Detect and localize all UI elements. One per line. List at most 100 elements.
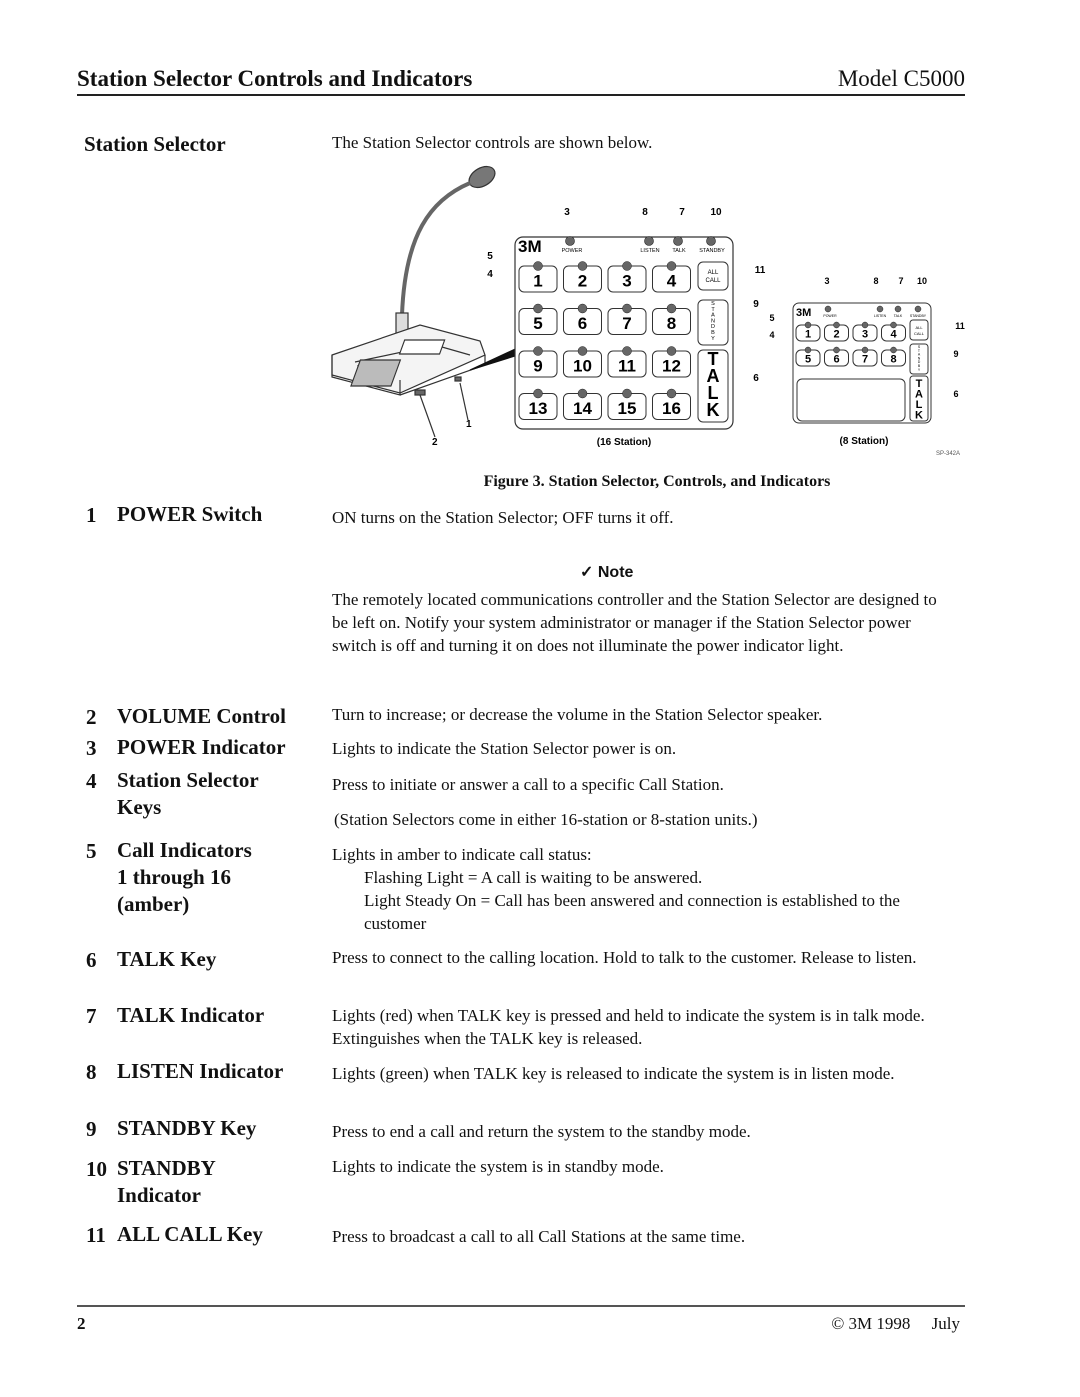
svg-text:9: 9 <box>953 349 958 359</box>
talk-indicator <box>673 236 683 246</box>
svg-text:7: 7 <box>898 276 903 286</box>
station-key-label: 4 <box>667 271 677 290</box>
station-key-label: 5 <box>805 353 811 365</box>
footer-copyright: © 3M 1998 July <box>831 1314 960 1333</box>
station-key-label: 2 <box>833 328 839 340</box>
station-key-label: 11 <box>618 356 636 375</box>
label-power: POWER <box>562 248 583 254</box>
svg-text:ALL: ALL <box>708 270 719 276</box>
callout-10: 10 <box>710 207 722 218</box>
item-number: 2 <box>86 705 97 729</box>
section-heading: Station Selector <box>84 132 226 156</box>
call-indicator-10 <box>577 346 588 356</box>
checkmark-icon: ✓ <box>580 564 594 581</box>
footer-rule <box>77 1305 965 1307</box>
item-label-standby-key: STANDBY Key <box>117 1116 257 1140</box>
header-rule <box>77 94 965 96</box>
label-standby: STANDBY <box>699 248 725 254</box>
svg-text:TALK: TALK <box>707 349 720 420</box>
volume-control <box>414 389 426 396</box>
note-heading: ✓ Note <box>580 562 633 582</box>
station-key-label: 2 <box>578 271 587 290</box>
section-intro: The Station Selector controls are shown … <box>332 133 653 152</box>
call-indicator-7 <box>622 303 632 314</box>
svg-text:POWER: POWER <box>823 314 837 318</box>
svg-text:TALK: TALK <box>894 314 903 318</box>
item-label-talk-indicator: TALK Indicator <box>117 1003 265 1027</box>
svg-text:STANDBY: STANDBY <box>711 301 715 342</box>
call-indicator-11 <box>622 346 632 356</box>
panel-8-label: (8 Station) <box>840 436 889 447</box>
item-label-listen-indicator: LISTEN Indicator <box>117 1059 284 1083</box>
call-indicator-15 <box>622 388 632 399</box>
item-number: 3 <box>86 736 97 760</box>
svg-text:11: 11 <box>955 321 965 331</box>
brand-logo-3m: 3M <box>518 237 542 256</box>
item-number: 10 <box>86 1157 107 1181</box>
station-key-label: 8 <box>890 353 896 365</box>
call-indicator-3 <box>861 321 869 329</box>
station-key-label: 14 <box>573 399 592 418</box>
call-indicator-2 <box>833 321 840 329</box>
svg-text:LISTEN: LISTEN <box>874 314 887 318</box>
brand-logo-3m-small: 3M <box>796 307 811 319</box>
item-text-talk-indicator: Lights (red) when TALK key is pressed an… <box>332 1006 925 1048</box>
call-indicator-5 <box>804 346 812 354</box>
item-text-talk-key: Press to connect to the calling location… <box>332 948 917 967</box>
item-number: 11 <box>86 1223 106 1247</box>
station-key-label: 10 <box>573 356 592 375</box>
callout-5: 5 <box>487 251 493 262</box>
item-label-talk-key: TALK Key <box>117 947 217 971</box>
item-number: 9 <box>86 1117 97 1141</box>
svg-text:6: 6 <box>953 389 958 399</box>
item-text-power-indicator: Lights to indicate the Station Selector … <box>332 739 677 758</box>
panel-16-station: 3M POWER LISTEN TALK STANDBY 3 8 7 10 5 … <box>487 207 766 448</box>
svg-text:3: 3 <box>824 276 829 286</box>
listen-indicator <box>644 236 654 246</box>
station-key-label: 3 <box>622 271 631 290</box>
page-header-model: Model C5000 <box>837 66 965 91</box>
label-listen: LISTEN <box>640 248 659 254</box>
call-indicator-4 <box>666 261 677 271</box>
item-number: 5 <box>86 839 97 863</box>
power-switch <box>454 376 462 382</box>
svg-text:CALL: CALL <box>914 331 925 336</box>
call-indicator-8 <box>890 346 897 354</box>
figure-ref-code: SP-342A <box>936 451 960 457</box>
callout-8: 8 <box>642 207 648 218</box>
item-number: 8 <box>86 1060 97 1084</box>
station-selector-figure: 2 1 3M POWER LISTEN TALK STANDBY 3 8 7 1… <box>331 165 965 457</box>
call-indicator-6 <box>577 303 588 314</box>
page-header-title: Station Selector Controls and Indicators <box>77 66 473 91</box>
call-indicator-14 <box>577 388 588 399</box>
station-key-label: 4 <box>890 328 897 340</box>
svg-text:4: 4 <box>769 330 774 340</box>
station-key-label: 1 <box>533 271 542 290</box>
item-text-call-indicators: Lights in amber to indicate call status:… <box>332 845 900 933</box>
panel-16-label: (16 Station) <box>597 437 651 448</box>
item-label-power-switch: POWER Switch <box>117 502 263 526</box>
callout-11: 11 <box>755 265 766 276</box>
station-key-label: 15 <box>618 399 637 418</box>
item-number: 4 <box>86 769 97 793</box>
station-key-label: 3 <box>862 328 868 340</box>
call-indicator-6 <box>833 346 840 354</box>
item-number: 1 <box>86 503 97 527</box>
gooseneck <box>400 181 471 316</box>
call-indicator-8 <box>666 303 677 314</box>
station-key-label: 7 <box>862 353 868 365</box>
call-indicator-1 <box>804 321 812 329</box>
call-indicator-5 <box>533 303 543 314</box>
call-indicator-12 <box>666 346 677 356</box>
item-label-station-selector-keys: Station Selector Keys <box>117 768 259 819</box>
note-text: The remotely located communications cont… <box>332 590 937 655</box>
station-key-label: 13 <box>529 399 548 418</box>
standby-indicator <box>706 236 716 246</box>
panel-8-station: 3M POWER LISTEN TALK STANDBY 3 8 7 10 5 … <box>769 276 964 457</box>
call-indicator-3 <box>622 261 632 271</box>
station-key-label: 8 <box>667 314 676 333</box>
item-text-listen-indicator: Lights (green) when TALK key is released… <box>332 1064 895 1083</box>
station-key-label: 16 <box>662 399 681 418</box>
power-indicator <box>565 236 575 246</box>
call-indicator-4 <box>890 321 897 329</box>
